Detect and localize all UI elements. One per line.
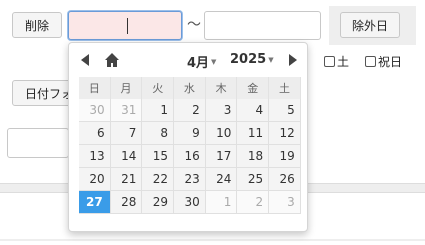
week-row: 6 7 8 9 10 11 12 bbox=[79, 122, 301, 145]
day-cell[interactable]: 17 bbox=[205, 145, 238, 168]
week-row: 30 31 1 2 3 4 5 bbox=[79, 99, 301, 122]
day-cell[interactable]: 2 bbox=[237, 191, 270, 214]
day-cell[interactable]: 19 bbox=[269, 145, 301, 168]
date-to-input[interactable] bbox=[204, 11, 321, 40]
day-cell[interactable]: 18 bbox=[237, 145, 270, 168]
day-cell[interactable]: 29 bbox=[142, 191, 175, 214]
datepicker-popup: 4月 ▼ 2025 ▼ 日 月 火 水 木 金 土 30 31 1 2 3 4 … bbox=[68, 42, 308, 232]
weekday-header: 土 bbox=[269, 77, 301, 99]
day-cell[interactable]: 7 bbox=[110, 122, 143, 145]
day-cell[interactable]: 9 bbox=[174, 122, 206, 145]
caret-down-icon: ▼ bbox=[268, 55, 274, 64]
week-row: 13 14 15 16 17 18 19 bbox=[79, 145, 301, 168]
year-select[interactable]: 2025 ▼ bbox=[230, 52, 274, 67]
month-select[interactable]: 4月 ▼ bbox=[187, 52, 216, 71]
date-from-input[interactable] bbox=[68, 11, 182, 40]
holiday-checkbox[interactable]: 祝日 bbox=[365, 53, 402, 70]
weekday-header: 水 bbox=[174, 77, 206, 99]
day-cell[interactable]: 26 bbox=[269, 168, 301, 191]
triangle-left-icon[interactable] bbox=[80, 53, 90, 67]
week-row: 27 28 29 30 1 2 3 bbox=[79, 191, 301, 214]
day-cell[interactable]: 25 bbox=[237, 168, 270, 191]
weekday-header: 火 bbox=[142, 77, 175, 99]
day-cell[interactable]: 21 bbox=[110, 168, 143, 191]
day-cell[interactable]: 1 bbox=[205, 191, 238, 214]
day-cell[interactable]: 30 bbox=[79, 99, 111, 122]
day-cell[interactable]: 4 bbox=[237, 99, 270, 122]
day-cell[interactable]: 15 bbox=[142, 145, 175, 168]
weekday-header: 金 bbox=[237, 77, 270, 99]
day-cell[interactable]: 16 bbox=[174, 145, 206, 168]
day-cell[interactable]: 5 bbox=[269, 99, 301, 122]
range-separator: 〜 bbox=[187, 17, 201, 33]
weekday-header-row: 日 月 火 水 木 金 土 bbox=[79, 77, 301, 99]
day-cell[interactable]: 28 bbox=[110, 191, 143, 214]
text-input[interactable] bbox=[7, 128, 69, 158]
day-cell[interactable]: 3 bbox=[269, 191, 301, 214]
day-cell[interactable]: 14 bbox=[110, 145, 143, 168]
day-cell[interactable]: 8 bbox=[142, 122, 175, 145]
day-cell[interactable]: 23 bbox=[174, 168, 206, 191]
home-icon[interactable] bbox=[104, 52, 120, 68]
checkbox-box[interactable] bbox=[324, 56, 335, 67]
day-cell[interactable]: 27 bbox=[79, 191, 111, 214]
exclude-date-button[interactable]: 除外日 bbox=[340, 12, 400, 38]
day-cell[interactable]: 12 bbox=[269, 122, 301, 145]
checkbox-label: 祝日 bbox=[378, 55, 403, 69]
month-label: 4月 bbox=[187, 56, 210, 71]
day-cell[interactable]: 31 bbox=[110, 99, 143, 122]
day-cell[interactable]: 3 bbox=[205, 99, 238, 122]
bottom-divider bbox=[0, 239, 425, 241]
day-cell[interactable]: 6 bbox=[79, 122, 111, 145]
day-cell[interactable]: 10 bbox=[205, 122, 238, 145]
weekday-header: 月 bbox=[111, 77, 143, 99]
week-row: 20 21 22 23 24 25 26 bbox=[79, 168, 301, 191]
day-cell[interactable]: 13 bbox=[79, 145, 111, 168]
text-caret bbox=[127, 18, 128, 34]
delete-button[interactable]: 削除 bbox=[12, 12, 62, 38]
calendar-grid: 日 月 火 水 木 金 土 30 31 1 2 3 4 5 6 7 8 9 10… bbox=[79, 77, 301, 214]
day-cell[interactable]: 24 bbox=[205, 168, 238, 191]
day-cell[interactable]: 20 bbox=[79, 168, 111, 191]
day-cell[interactable]: 1 bbox=[142, 99, 175, 122]
checkbox-box[interactable] bbox=[365, 56, 376, 67]
year-label: 2025 bbox=[230, 52, 267, 67]
day-cell[interactable]: 2 bbox=[174, 99, 206, 122]
triangle-right-icon[interactable] bbox=[288, 53, 298, 67]
caret-down-icon: ▼ bbox=[211, 57, 217, 66]
checkbox-label: 土 bbox=[337, 55, 350, 69]
weekday-header: 木 bbox=[206, 77, 238, 99]
day-cell[interactable]: 22 bbox=[142, 168, 175, 191]
day-cell[interactable]: 11 bbox=[237, 122, 270, 145]
weekday-header: 日 bbox=[79, 77, 111, 99]
day-cell[interactable]: 30 bbox=[174, 191, 206, 214]
saturday-checkbox[interactable]: 土 bbox=[324, 53, 349, 70]
date-format-button[interactable]: 日付フォ bbox=[12, 80, 74, 106]
